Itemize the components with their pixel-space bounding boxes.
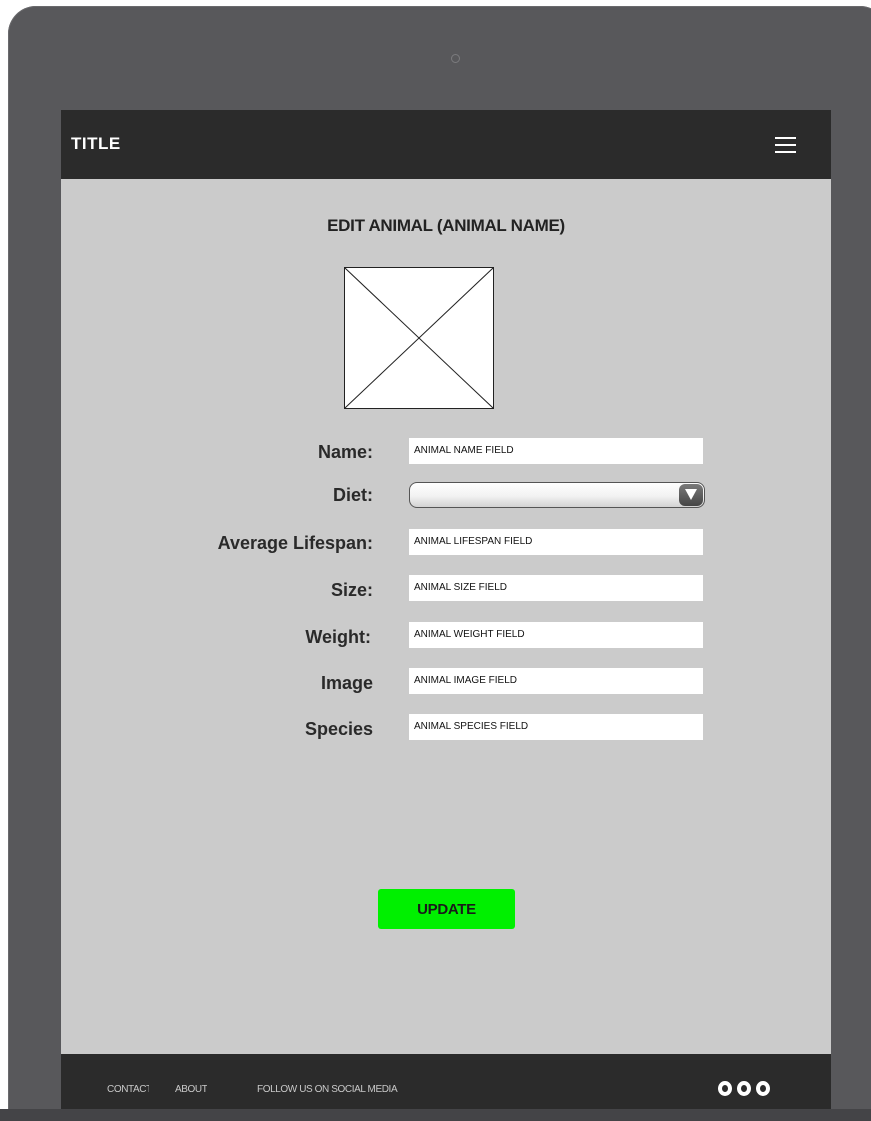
lifespan-field[interactable] xyxy=(409,529,703,555)
footer-contact-link[interactable]: CONTACT xyxy=(107,1084,149,1095)
chevron-down-icon xyxy=(679,484,703,506)
camera-icon xyxy=(451,54,460,63)
tablet-mockup: TITLE EDIT ANIMAL (ANIMAL NAME) Name: Di… xyxy=(0,0,871,1121)
footer-social-text: FOLLOW US ON SOCIAL MEDIA xyxy=(257,1084,398,1095)
app-title: TITLE xyxy=(71,134,121,153)
size-label: Size: xyxy=(330,580,373,600)
app-screen: TITLE EDIT ANIMAL (ANIMAL NAME) Name: Di… xyxy=(61,110,831,1110)
diet-select[interactable] xyxy=(409,482,705,508)
hamburger-menu-icon[interactable] xyxy=(775,137,796,153)
social-icon-1[interactable] xyxy=(718,1081,732,1096)
footer-about-link[interactable]: ABOUT xyxy=(175,1084,207,1095)
species-field[interactable] xyxy=(409,714,703,740)
weight-label: Weight: xyxy=(305,627,371,647)
footer: CONTACT ABOUT FOLLOW US ON SOCIAL MEDIA xyxy=(61,1054,831,1110)
page-title: EDIT ANIMAL (ANIMAL NAME) xyxy=(327,216,565,235)
species-label: Species xyxy=(304,719,373,739)
image-label: Image xyxy=(320,673,373,693)
social-icon-3[interactable] xyxy=(756,1081,770,1096)
image-placeholder-icon xyxy=(344,267,494,409)
lifespan-label: Average Lifespan: xyxy=(217,533,373,553)
weight-field[interactable] xyxy=(409,622,703,648)
image-field[interactable] xyxy=(409,668,703,694)
top-bar: TITLE xyxy=(61,110,831,179)
size-field[interactable] xyxy=(409,575,703,601)
name-field[interactable] xyxy=(409,438,703,464)
update-button[interactable]: UPDATE xyxy=(378,889,515,929)
diet-label: Diet: xyxy=(333,485,373,505)
social-icon-2[interactable] xyxy=(737,1081,751,1096)
name-label: Name: xyxy=(317,442,373,462)
device-bottom-edge xyxy=(0,1109,871,1121)
